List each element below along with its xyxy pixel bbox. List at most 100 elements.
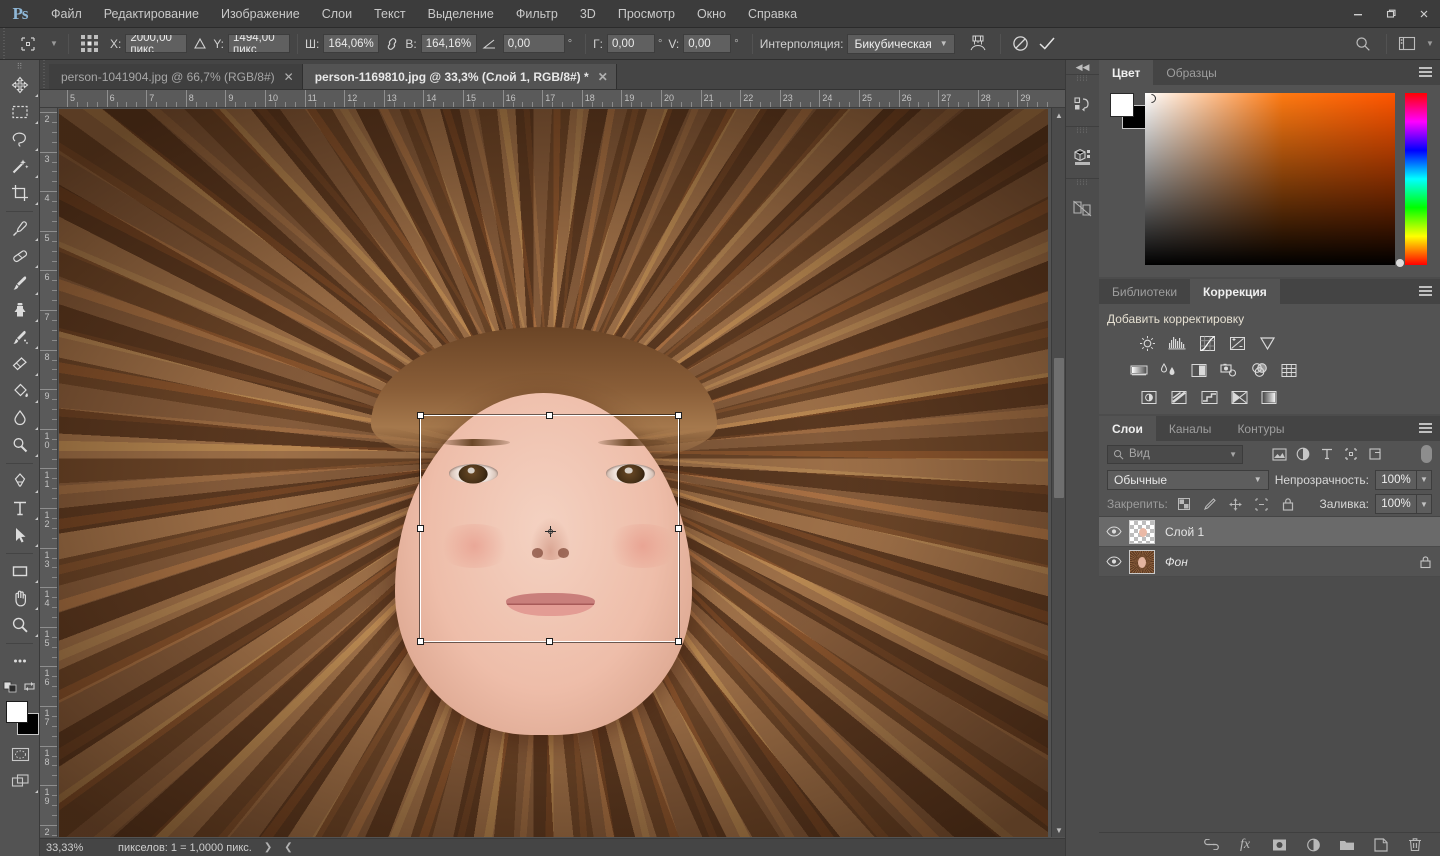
canvas-vertical-scrollbar[interactable]: ▲ ▼: [1051, 108, 1065, 837]
lock-transparent-pixels-icon[interactable]: [1174, 494, 1194, 514]
default-colors-icon[interactable]: [3, 679, 17, 693]
filter-adjustment-icon[interactable]: [1291, 443, 1315, 465]
layer-thumbnail[interactable]: [1129, 520, 1155, 544]
layer-filter-select[interactable]: Вид ▼: [1107, 445, 1243, 464]
tab-paths[interactable]: Контуры: [1224, 416, 1297, 441]
blur-tool[interactable]: [0, 405, 40, 432]
status-expand-icon[interactable]: ❯: [264, 842, 272, 853]
document-tab-1[interactable]: person-1169810.jpg @ 33,3% (Слой 1, RGB/…: [303, 64, 617, 89]
3d-panel-icon[interactable]: [1066, 136, 1099, 178]
gradient-tool[interactable]: [0, 378, 40, 405]
channel-mixer-icon[interactable]: [1249, 360, 1269, 380]
filter-enable-toggle[interactable]: [1421, 445, 1432, 463]
hue-saturation-icon[interactable]: [1129, 360, 1149, 380]
vertical-ruler[interactable]: 234567891011121314151617181920: [40, 108, 58, 837]
cancel-transform-icon[interactable]: [1008, 32, 1034, 56]
layer-name[interactable]: Фон: [1165, 555, 1188, 569]
chain-link-icon[interactable]: [379, 32, 405, 56]
selective-color-icon[interactable]: [1259, 387, 1279, 407]
lock-image-pixels-icon[interactable]: [1200, 494, 1220, 514]
menu-item-6[interactable]: Фильтр: [505, 0, 569, 28]
menu-item-1[interactable]: Редактирование: [93, 0, 210, 28]
toolbar-grip[interactable]: ⠿: [0, 60, 39, 72]
width-input[interactable]: 164,06%: [323, 34, 379, 53]
panel-menu-icon[interactable]: [1419, 286, 1432, 297]
posterize-icon[interactable]: [1169, 387, 1189, 407]
filter-pixel-icon[interactable]: [1267, 443, 1291, 465]
layer-lock-icon[interactable]: [1419, 555, 1432, 569]
link-layers-icon[interactable]: [1202, 836, 1220, 854]
exposure-icon[interactable]: [1227, 333, 1247, 353]
hue-slider[interactable]: [1405, 93, 1427, 265]
history-brush-tool[interactable]: [0, 324, 40, 351]
close-icon[interactable]: ✕: [284, 70, 294, 84]
maximize-button[interactable]: [1374, 0, 1407, 28]
color-balance-icon[interactable]: [1159, 360, 1179, 380]
menu-item-0[interactable]: Файл: [40, 0, 93, 28]
tab-swatches[interactable]: Образцы: [1153, 60, 1229, 85]
image-canvas[interactable]: [59, 109, 1048, 837]
interpolation-select[interactable]: Бикубическая ▼: [847, 34, 954, 54]
new-layer-icon[interactable]: [1372, 836, 1390, 854]
scroll-down-icon[interactable]: ▼: [1052, 823, 1066, 837]
eraser-tool[interactable]: [0, 351, 40, 378]
delta-triangle-icon[interactable]: [187, 32, 213, 56]
fill-value[interactable]: 100%: [1375, 494, 1417, 514]
new-fill-adjustment-icon[interactable]: [1304, 836, 1322, 854]
y-input[interactable]: 1494,00 пикс: [228, 34, 290, 53]
new-group-icon[interactable]: [1338, 836, 1356, 854]
height-input[interactable]: 164,16%: [421, 34, 477, 53]
black-white-icon[interactable]: [1189, 360, 1209, 380]
tab-color[interactable]: Цвет: [1099, 60, 1153, 85]
color-foreground-swatch[interactable]: [1110, 93, 1134, 117]
zoom-level-field[interactable]: 33,33%: [40, 842, 96, 854]
tab-libraries[interactable]: Библиотеки: [1099, 279, 1190, 304]
brush-tool[interactable]: [0, 270, 40, 297]
menu-item-7[interactable]: 3D: [569, 0, 607, 28]
tool-preset-chevron-icon[interactable]: ▼: [47, 28, 61, 60]
filter-smart-object-icon[interactable]: [1363, 443, 1387, 465]
photo-filter-icon[interactable]: [1219, 360, 1239, 380]
skew-v-input[interactable]: 0,00: [683, 34, 731, 53]
layer-visibility-toggle[interactable]: [1099, 526, 1129, 537]
tab-adjustments[interactable]: Коррекция: [1190, 279, 1280, 304]
pen-tool[interactable]: [0, 468, 40, 495]
transform-handle-ml[interactable]: [417, 525, 424, 532]
rail-grip-3[interactable]: ⁞⁞⁞⁞: [1066, 179, 1099, 188]
opacity-chevron-icon[interactable]: ▼: [1417, 470, 1432, 490]
lock-artboard-icon[interactable]: [1252, 494, 1272, 514]
menu-item-2[interactable]: Изображение: [210, 0, 311, 28]
fill-chevron-icon[interactable]: ▼: [1417, 494, 1432, 514]
properties-panel-icon[interactable]: [1066, 188, 1099, 230]
tab-channels[interactable]: Каналы: [1156, 416, 1225, 441]
close-icon[interactable]: ✕: [598, 70, 608, 84]
menu-item-8[interactable]: Просмотр: [607, 0, 686, 28]
horizontal-ruler[interactable]: 5678910111213141516171819202122232425262…: [40, 90, 1065, 108]
transform-handle-bl[interactable]: [417, 638, 424, 645]
path-selection-tool[interactable]: [0, 522, 40, 549]
swap-colors-icon[interactable]: [23, 680, 36, 693]
options-bar-grip[interactable]: [0, 28, 9, 60]
color-lookup-icon[interactable]: [1279, 360, 1299, 380]
transform-bounding-box[interactable]: [420, 415, 679, 642]
commit-transform-icon[interactable]: [1034, 32, 1060, 56]
filter-shape-icon[interactable]: [1339, 443, 1363, 465]
magic-wand-tool[interactable]: [0, 153, 40, 180]
history-panel-icon[interactable]: [1066, 84, 1099, 126]
menu-item-3[interactable]: Слои: [311, 0, 363, 28]
rectangular-marquee-tool[interactable]: [0, 99, 40, 126]
vertical-scroll-thumb[interactable]: [1054, 358, 1064, 498]
lock-all-icon[interactable]: [1278, 494, 1298, 514]
color-spectrum-ramp[interactable]: [1145, 93, 1395, 265]
threshold-icon[interactable]: [1199, 387, 1219, 407]
curves-icon[interactable]: [1197, 333, 1217, 353]
gradient-map-icon[interactable]: [1229, 387, 1249, 407]
type-tool[interactable]: [0, 495, 40, 522]
table-row[interactable]: Слой 1: [1099, 517, 1440, 547]
foreground-color-swatch[interactable]: [6, 701, 28, 723]
screen-mode-icon[interactable]: [0, 768, 40, 795]
panel-menu-icon[interactable]: [1419, 423, 1432, 434]
brightness-contrast-icon[interactable]: [1137, 333, 1157, 353]
collapse-panels-icon[interactable]: ◀◀: [1066, 60, 1099, 74]
filter-type-icon[interactable]: [1315, 443, 1339, 465]
